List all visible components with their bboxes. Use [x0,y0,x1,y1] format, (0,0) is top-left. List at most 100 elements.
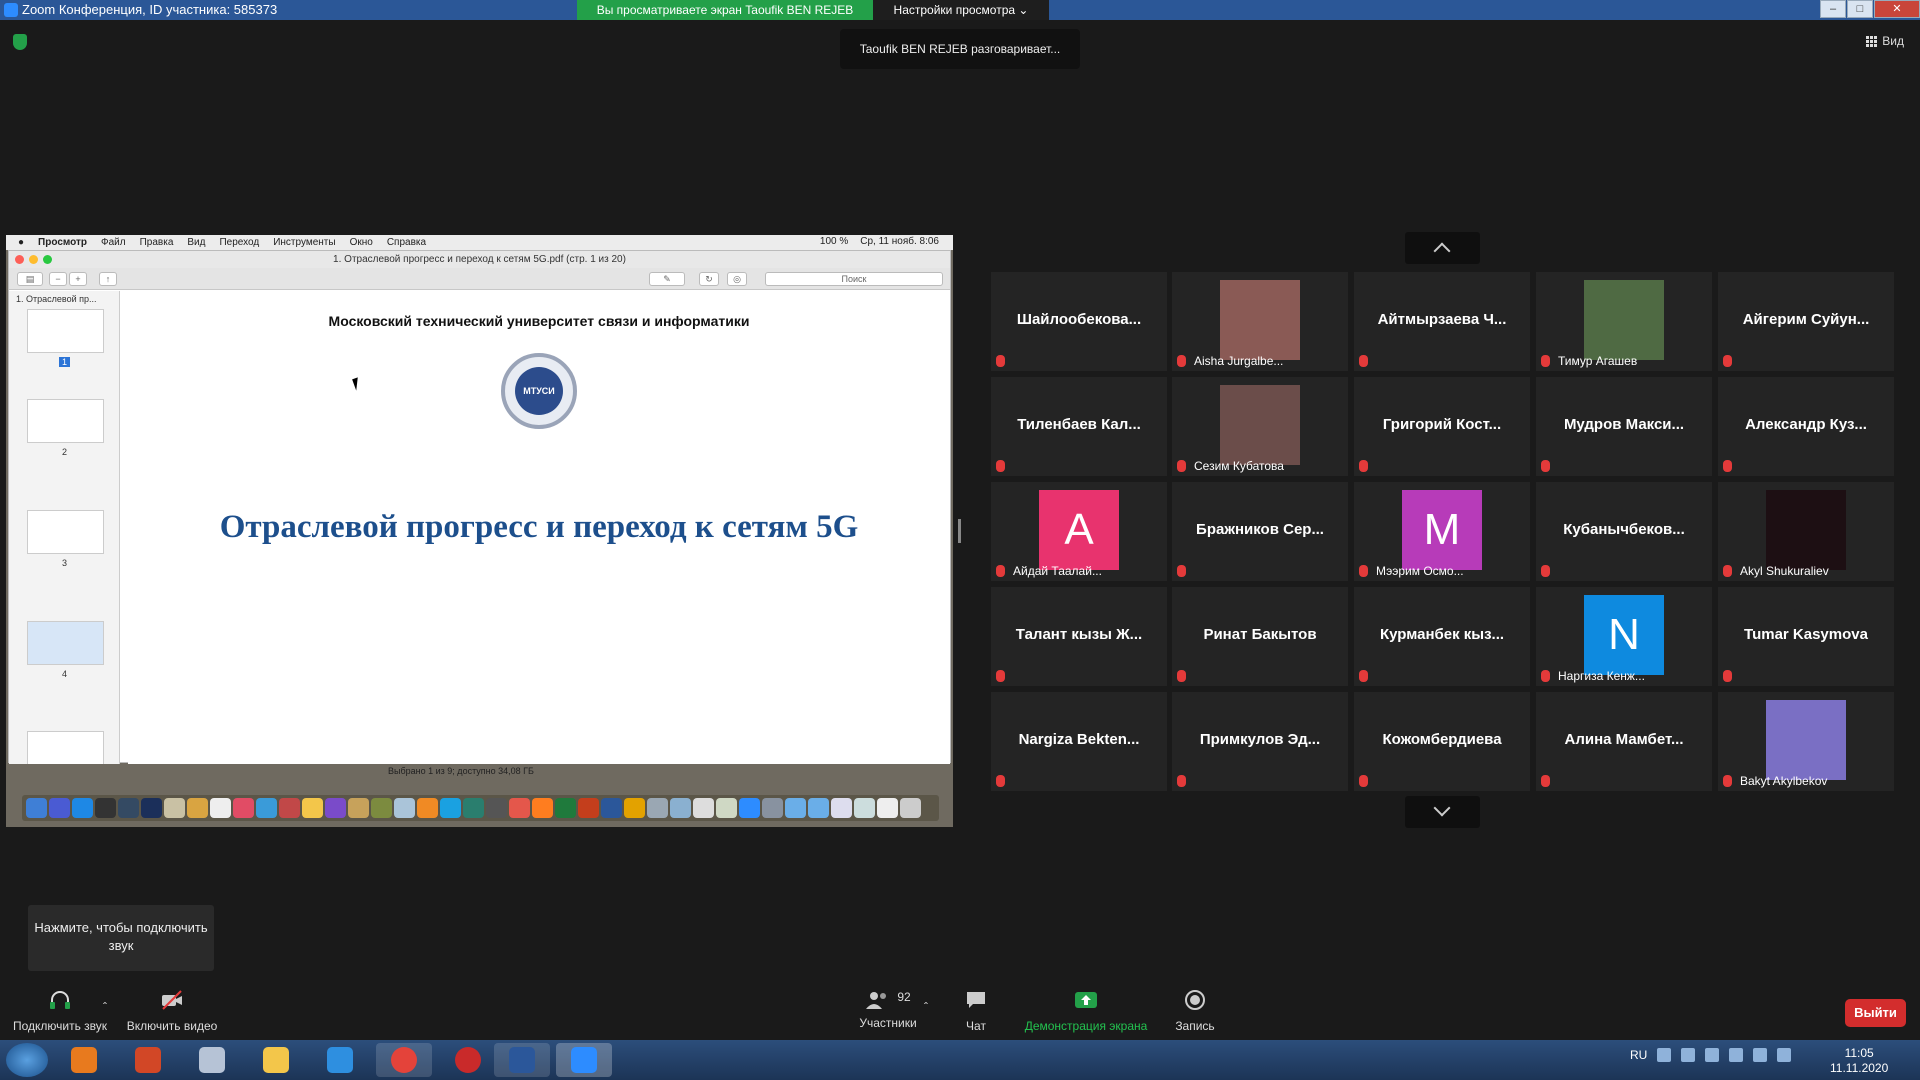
participant-tile[interactable]: Кубанычбеков... [1536,482,1712,581]
participant-tile[interactable]: Сезим Кубатова [1172,377,1348,476]
close-dot-icon [15,255,24,264]
start-video-button[interactable]: Включить видео [122,990,222,1033]
tray-icon[interactable] [1705,1048,1720,1062]
mic-muted-icon [996,460,1005,472]
annotate-icon: ◎ [727,272,747,286]
mic-muted-icon [1359,460,1368,472]
taskbar-word[interactable] [494,1043,550,1077]
safari-icon [256,798,277,818]
close-button[interactable]: ✕ [1874,0,1920,18]
split-handle[interactable] [958,519,961,543]
participant-tile[interactable]: A Айдай Таалай... [991,482,1167,581]
mic-muted-icon [1541,460,1550,472]
participant-tile[interactable]: Bakyt Akylbekov [1718,692,1894,791]
participant-name: Шайлообекова... [1016,311,1142,328]
participant-name: Айтмырзаева Ч... [1377,311,1507,328]
participant-tile[interactable]: Айтмырзаева Ч... [1354,272,1530,371]
app-icon [199,1047,225,1073]
mic-muted-icon [996,670,1005,682]
thumbnail-sidebar: 1. Отраслевой пр... 1 2 3 4 [9,291,120,764]
participant-tile[interactable]: Талант кызы Ж... [991,587,1167,686]
maximize-button[interactable]: □ [1847,0,1873,18]
gallery-next-button[interactable] [1405,796,1480,828]
shield-icon[interactable] [13,34,27,50]
participant-tile[interactable]: Алина Мамбет... [1536,692,1712,791]
audio-options-button[interactable]: ˆ [99,1000,111,1014]
system-clock[interactable]: 11:05 11.11.2020 [1830,1046,1888,1076]
gallery-prev-button[interactable] [1405,232,1480,264]
app-icon [325,798,346,818]
volume-icon[interactable] [1777,1048,1792,1062]
mic-muted-icon [1541,670,1550,682]
participants-count: 92 [897,990,911,1004]
participant-tile[interactable]: Бражников Сер... [1172,482,1348,581]
network-icon[interactable] [1753,1048,1768,1062]
participant-name: Григорий Кост... [1382,416,1502,433]
participants-options-button[interactable]: ˆ [920,1000,932,1014]
record-button[interactable]: Запись [1170,990,1220,1033]
folder-icon [785,798,806,818]
taskbar-app[interactable] [440,1043,496,1077]
sidebar-caption: 1. Отраслевой пр... [16,294,97,304]
participant-tile[interactable]: Aisha Jurgalbe... [1172,272,1348,371]
participant-photo [1584,280,1664,360]
participant-tile[interactable]: Тиленбаев Кал... [991,377,1167,476]
taskbar-zoom[interactable] [556,1043,612,1077]
share-banner: Вы просматриваете экран Taoufik BEN REJE… [577,0,873,20]
windows-taskbar: RU 11:05 11.11.2020 [0,1040,1920,1080]
chat-button[interactable]: Чат [951,990,1001,1033]
tray-icon[interactable] [1681,1048,1696,1062]
markup-icon: ✎ [649,272,685,286]
app-icon [762,798,783,818]
mic-muted-icon [1177,460,1186,472]
participant-tile[interactable]: Курманбек кыз... [1354,587,1530,686]
participant-tile[interactable]: Примкулов Эд... [1172,692,1348,791]
thumb-number: 2 [61,447,67,457]
tray-icon[interactable] [1729,1048,1744,1062]
leave-meeting-button[interactable]: Выйти [1845,999,1906,1027]
share-screen-button[interactable]: Демонстрация экрана [1019,990,1153,1033]
participant-tile[interactable]: Мудров Макси... [1536,377,1712,476]
taskbar-media-player[interactable] [56,1043,112,1077]
participant-tile[interactable]: Александр Куз... [1718,377,1894,476]
participant-tile[interactable]: Тимур Агашев [1536,272,1712,371]
participant-name: Tumar Kasymova [1744,626,1868,643]
tray-icon[interactable] [1657,1048,1672,1062]
page-thumbnail [27,731,104,764]
headphones-icon [50,991,70,1009]
app-icon [854,798,875,818]
taskbar-ie[interactable] [312,1043,368,1077]
mic-muted-icon [1359,670,1368,682]
window-title: Zoom Конференция, ID участника: 585373 [22,2,278,17]
mic-muted-icon [1359,565,1368,577]
participant-tile[interactable]: Кожомбердиева [1354,692,1530,791]
mic-muted-icon [1541,775,1550,787]
view-button[interactable]: Вид [1866,34,1904,48]
powerpoint-icon [135,1047,161,1073]
participant-tile[interactable]: Айгерим Суйун... [1718,272,1894,371]
join-audio-button[interactable]: Подключить звук [10,990,110,1033]
participant-label: Bakyt Akylbekov [1740,774,1828,788]
participant-avatar: N [1584,595,1664,675]
view-options-button[interactable]: Настройки просмотра ⌄ [873,0,1049,20]
taskbar-chrome[interactable] [376,1043,432,1077]
participant-tile[interactable]: N Наргиза Кенж... [1536,587,1712,686]
participant-tile[interactable]: Tumar Kasymova [1718,587,1894,686]
participant-tile[interactable]: Григорий Кост... [1354,377,1530,476]
zoom-icon [571,1047,597,1073]
participant-tile[interactable]: M Мээрим Осмо... [1354,482,1530,581]
taskbar-powerpoint[interactable] [120,1043,176,1077]
taskbar-app[interactable] [184,1043,240,1077]
taskbar-explorer[interactable] [248,1043,304,1077]
participant-tile[interactable]: Ринат Бакытов [1172,587,1348,686]
participant-tile[interactable]: Nargiza Bekten... [991,692,1167,791]
participant-tile[interactable]: Akyl Shukuraliev [1718,482,1894,581]
app-icon [394,798,415,818]
language-indicator[interactable]: RU [1630,1048,1647,1062]
minimize-button[interactable]: – [1820,0,1846,18]
mic-muted-icon [1723,460,1732,472]
participant-photo [1766,700,1846,780]
participant-tile[interactable]: Шайлообекова... [991,272,1167,371]
start-button[interactable] [6,1043,48,1077]
page-thumbnail [27,621,104,665]
